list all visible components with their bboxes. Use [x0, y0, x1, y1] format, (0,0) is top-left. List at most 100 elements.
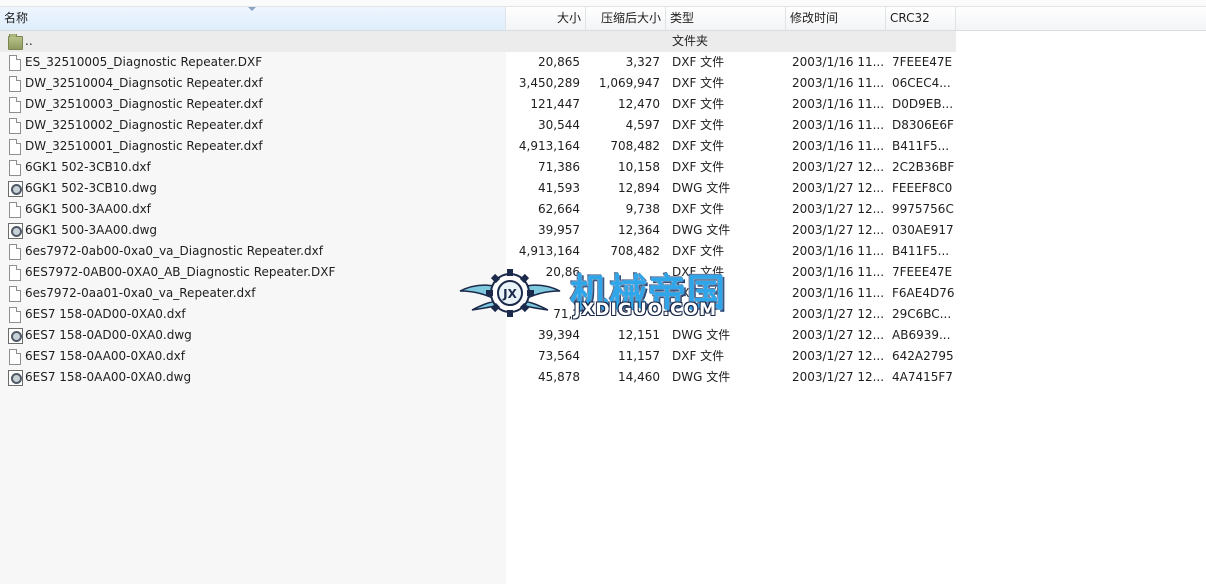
file-packed-size: 708,482: [610, 139, 660, 153]
column-header-filler: [956, 7, 1206, 30]
file-type: DXF 文件: [672, 349, 725, 363]
file-size: 73,564: [538, 349, 580, 363]
file-crc32: D0D9EB...: [892, 97, 954, 111]
column-header-type[interactable]: 类型: [666, 7, 786, 30]
file-packed-size: 4,597: [625, 118, 660, 132]
document-icon: [7, 55, 23, 71]
file-crc32: AB6939...: [892, 328, 951, 342]
file-packed-size: [586, 304, 666, 325]
file-type: DXF 文件: [672, 118, 725, 132]
window-top-edge: [0, 0, 1206, 7]
file-modified: 2003/1/16 11...: [792, 244, 885, 258]
file-name: 6GK1 500-3AA00.dxf: [25, 202, 151, 216]
file-name: DW_32510003_Diagnostic Repeater.dxf: [25, 97, 263, 111]
file-size: 71,386: [538, 160, 580, 174]
column-header-name[interactable]: 名称: [0, 7, 506, 30]
file-name: 6GK1 502-3CB10.dxf: [25, 160, 151, 174]
file-row[interactable]: 6ES7 158-0AA00-0XA0.dwg 45,878 14,460 DWG 文…: [0, 367, 956, 388]
file-type: DXF 文件: [672, 244, 725, 258]
file-packed-size: 12,894: [618, 181, 660, 195]
file-row[interactable]: 6ES7972-0AB00-0XA0_AB_Diagnostic Repeate…: [0, 262, 956, 283]
folder-icon: [7, 34, 23, 50]
file-row[interactable]: 6es7972-0aa01-0xa0_va_Repeater.dxf DXF 文件…: [0, 283, 956, 304]
file-crc32: F6AE4D76: [892, 286, 955, 300]
parent-folder-row[interactable]: .. 文件夹: [0, 31, 956, 52]
file-modified: 2003/1/27 12...: [792, 307, 885, 321]
file-row[interactable]: 6GK1 500-3AA00.dwg 39,957 12,364 DWG 文件 2003…: [0, 220, 956, 241]
file-name: 6ES7 158-0AD00-0XA0.dwg: [25, 328, 192, 342]
file-size: 4,913,164: [518, 139, 580, 153]
file-crc32: D8306E6F: [892, 118, 954, 132]
file-size: 45,878: [538, 370, 580, 384]
file-crc32: 06CEC4...: [892, 76, 951, 90]
file-modified: 2003/1/27 12...: [792, 328, 885, 342]
file-row[interactable]: 6ES7 158-0AD00-0XA0.dxf 71,2 2003/1/27 12.…: [0, 304, 956, 325]
file-name: 6ES7 158-0AD00-0XA0.dxf: [25, 307, 186, 321]
file-type: DXF 文件: [672, 265, 725, 279]
file-modified: 2003/1/16 11...: [792, 97, 885, 111]
dwg-icon: [7, 370, 23, 386]
file-type: DWG 文件: [672, 223, 731, 237]
dwg-icon: [7, 328, 23, 344]
file-type: DXF 文件: [672, 55, 725, 69]
file-row[interactable]: 6ES7 158-0AD00-0XA0.dwg 39,394 12,151 DWG 文…: [0, 325, 956, 346]
file-modified: 2003/1/27 12...: [792, 223, 885, 237]
file-list: .. 文件夹 ES_32510005_Diagnostic Repeater.D…: [0, 31, 956, 388]
file-modified: 2003/1/16 11...: [792, 286, 885, 300]
file-type: DWG 文件: [672, 328, 731, 342]
file-modified: 2003/1/27 12...: [792, 349, 885, 363]
file-size: 30,544: [538, 118, 580, 132]
file-crc32: 4A7415F7: [892, 370, 953, 384]
column-header-packed-size[interactable]: 压缩后大小: [586, 7, 666, 30]
file-size: 20,86: [545, 265, 580, 279]
document-icon: [7, 265, 23, 281]
file-crc32: 2C2B36BF: [892, 160, 955, 174]
file-row[interactable]: DW_32510003_Diagnostic Repeater.dxf 121,4…: [0, 94, 956, 115]
file-crc32: 7FEEE47E: [892, 55, 953, 69]
file-name: 6GK1 502-3CB10.dwg: [25, 181, 157, 195]
file-packed-size: 3,327: [625, 55, 660, 69]
file-packed-size: 11,157: [618, 349, 660, 363]
document-icon: [7, 160, 23, 176]
column-header-crc32[interactable]: CRC32: [886, 7, 956, 30]
file-packed-size: 1,069,947: [598, 76, 660, 90]
document-icon: [7, 139, 23, 155]
file-size: 3,450,289: [518, 76, 580, 90]
file-packed-size: 708,482: [610, 244, 660, 258]
file-packed-size: 14,460: [618, 370, 660, 384]
column-header-bar: 名称 大小 压缩后大小 类型 修改时间 CRC32: [0, 7, 1206, 31]
file-size: 62,664: [538, 202, 580, 216]
file-row[interactable]: DW_32510002_Diagnostic Repeater.dxf 30,54…: [0, 115, 956, 136]
file-modified: 2003/1/27 12...: [792, 160, 885, 174]
file-packed-size: [586, 283, 666, 304]
file-row[interactable]: ES_32510005_Diagnostic Repeater.DXF 20,86…: [0, 52, 956, 73]
file-size: 41,593: [538, 181, 580, 195]
file-modified: 2003/1/16 11...: [792, 118, 885, 132]
file-row[interactable]: 6ES7 158-0AA00-0XA0.dxf 73,564 11,157 DXF 文…: [0, 346, 956, 367]
file-size: 121,447: [530, 97, 580, 111]
file-row[interactable]: 6GK1 502-3CB10.dwg 41,593 12,894 DWG 文件 2003…: [0, 178, 956, 199]
file-packed-size: [586, 262, 666, 283]
file-type: DXF 文件: [672, 139, 725, 153]
document-icon: [7, 307, 23, 323]
file-crc32: 030AE917: [892, 223, 954, 237]
file-row[interactable]: 6GK1 502-3CB10.dxf 71,386 10,158 DXF 文件 2003…: [0, 157, 956, 178]
document-icon: [7, 244, 23, 260]
dwg-icon: [7, 223, 23, 239]
file-row[interactable]: 6es7972-0ab00-0xa0_va_Diagnostic Repeate…: [0, 241, 956, 262]
file-modified: 2003/1/27 12...: [792, 202, 885, 216]
file-row[interactable]: DW_32510001_Diagnostic Repeater.dxf 4,913…: [0, 136, 956, 157]
column-header-modified[interactable]: 修改时间: [786, 7, 886, 30]
file-crc32: B411F5...: [892, 139, 950, 153]
file-size: 71,2: [553, 307, 580, 321]
file-modified: 2003/1/16 11...: [792, 55, 885, 69]
document-icon: [7, 97, 23, 113]
document-icon: [7, 118, 23, 134]
file-modified: 2003/1/27 12...: [792, 370, 885, 384]
dwg-icon: [7, 181, 23, 197]
file-name: 6es7972-0ab00-0xa0_va_Diagnostic Repeate…: [25, 244, 323, 258]
file-row[interactable]: DW_32510004_Diagnsotic Repeater.dxf 3,450…: [0, 73, 956, 94]
file-row[interactable]: 6GK1 500-3AA00.dxf 62,664 9,738 DXF 文件 2003/…: [0, 199, 956, 220]
column-header-size[interactable]: 大小: [506, 7, 586, 30]
file-packed-size: 9,738: [625, 202, 660, 216]
